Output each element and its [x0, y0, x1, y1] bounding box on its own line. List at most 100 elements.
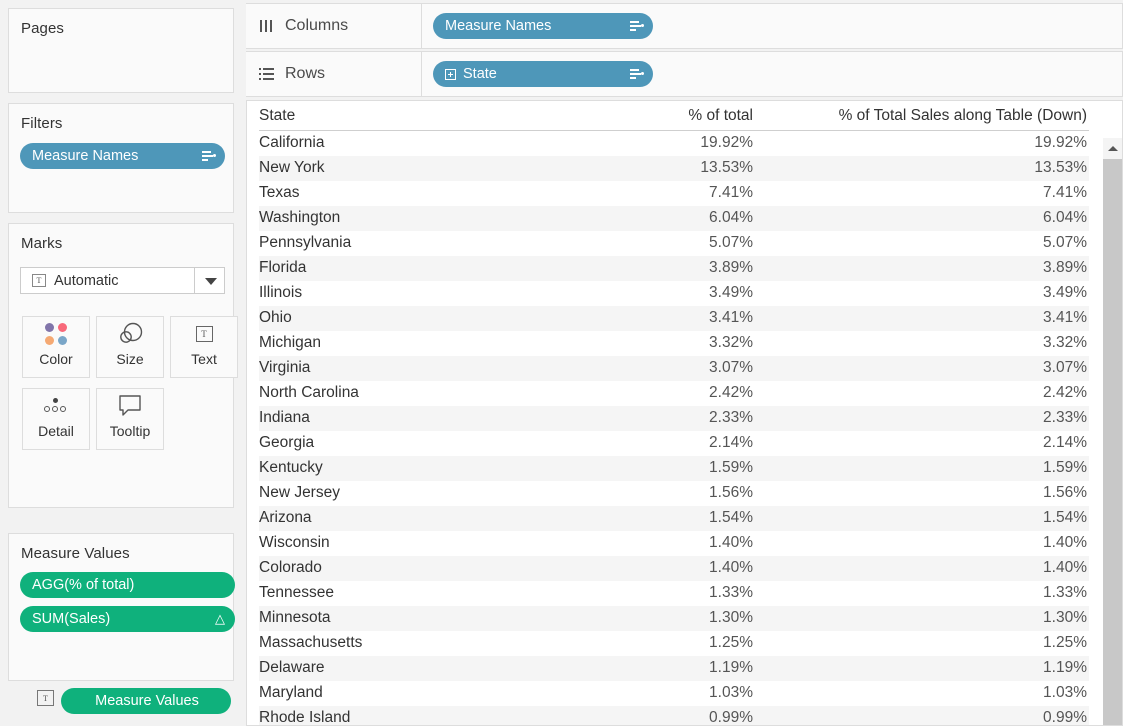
left-shelf-panel: Pages Filters Measure Names Marks T Auto… [0, 0, 242, 726]
table-header-row: State % of total % of Total Sales along … [259, 101, 1089, 131]
filters-card: Filters Measure Names [8, 103, 234, 213]
table-row[interactable]: Texas 7.41% 7.41% [259, 181, 1089, 206]
table-row[interactable]: Virginia 3.07% 3.07% [259, 355, 1089, 381]
cell-state: North Carolina [259, 384, 359, 401]
marks-detail-label: Detail [38, 423, 74, 439]
cell-pct-of-total-sales-table-down: 3.32% [1043, 334, 1087, 351]
chevron-up-icon [1107, 146, 1118, 151]
cell-pct-of-total: 2.14% [709, 434, 753, 451]
cell-state: Washington [259, 205, 559, 231]
rows-label: Rows [285, 65, 326, 82]
table-row[interactable]: Delaware 1.19% 1.19% [259, 655, 1089, 681]
size-circles-icon [97, 317, 163, 351]
pages-title: Pages [21, 20, 65, 37]
cell-state: Tennessee [259, 584, 334, 601]
cell-pct-of-total: 1.30% [559, 605, 757, 631]
marks-color-label: Color [39, 351, 73, 367]
table-row[interactable]: New York 13.53% 13.53% [259, 155, 1089, 181]
table-row[interactable]: Arizona 1.54% 1.54% [259, 505, 1089, 531]
cell-state: Colorado [259, 555, 559, 581]
cell-pct-of-total: 1.25% [709, 634, 753, 651]
marks-tooltip-button[interactable]: Tooltip [96, 388, 164, 450]
columns-pill-measure-names[interactable]: Measure Names [433, 13, 653, 39]
column-header-pct-of-total[interactable]: % of total [559, 101, 757, 131]
rows-shelf[interactable]: Rows State [246, 51, 1123, 97]
cell-pct-of-total-sales-table-down: 1.19% [757, 655, 1089, 681]
table-row[interactable]: Maryland 1.03% 1.03% [259, 681, 1089, 706]
cell-pct-of-total: 13.53% [559, 155, 757, 181]
table-row[interactable]: Ohio 3.41% 3.41% [259, 305, 1089, 331]
chevron-down-icon[interactable] [194, 268, 224, 293]
expand-plus-icon[interactable] [445, 68, 456, 80]
crosstab-table: State % of total % of Total Sales along … [259, 101, 1089, 725]
filter-sort-icon[interactable] [630, 68, 644, 80]
cell-state: Minnesota [259, 605, 559, 631]
table-row[interactable]: Massachusetts 1.25% 1.25% [259, 631, 1089, 656]
measure-values-pill-sum-sales[interactable]: SUM(Sales) △ [20, 606, 235, 632]
rows-pill-state[interactable]: State [433, 61, 653, 87]
cell-state: Delaware [259, 655, 559, 681]
cell-pct-of-total-sales-table-down: 3.41% [757, 305, 1089, 331]
columns-icon [259, 19, 275, 33]
cell-state: Pennsylvania [259, 234, 352, 251]
marks-text-label: Text [191, 351, 217, 367]
table-row[interactable]: Wisconsin 1.40% 1.40% [259, 531, 1089, 556]
filters-title: Filters [21, 115, 63, 132]
detail-dots-icon [23, 389, 89, 423]
marks-size-button[interactable]: Size [96, 316, 164, 378]
cell-pct-of-total-sales-table-down: 19.92% [1034, 134, 1087, 152]
marks-detail-button[interactable]: Detail [22, 388, 90, 450]
cell-pct-of-total: 1.59% [559, 455, 757, 481]
scrollbar-thumb[interactable] [1103, 159, 1122, 725]
table-row[interactable]: Indiana 2.33% 2.33% [259, 405, 1089, 431]
cell-state: Kentucky [259, 455, 559, 481]
cell-state: New Jersey [259, 484, 340, 501]
cell-state: California [259, 134, 325, 152]
filter-pill-measure-names[interactable]: Measure Names [20, 143, 225, 169]
cell-state: Wisconsin [259, 534, 330, 551]
scroll-up-button[interactable] [1103, 138, 1122, 159]
marks-text-pill-measure-values[interactable]: Measure Values [61, 688, 231, 714]
columns-shelf-label-area: Columns [246, 4, 422, 48]
cell-state: Texas [259, 184, 300, 201]
mark-type-dropdown[interactable]: T Automatic [20, 267, 225, 294]
column-header-pct-of-total-sales-table-down[interactable]: % of Total Sales along Table (Down) [757, 101, 1089, 131]
filter-sort-icon[interactable] [630, 20, 644, 32]
table-row[interactable]: Rhode Island 0.99% 0.99% [259, 705, 1089, 725]
cell-pct-of-total-sales-table-down: 3.89% [757, 255, 1089, 281]
table-row[interactable]: Michigan 3.32% 3.32% [259, 331, 1089, 356]
cell-pct-of-total: 6.04% [559, 205, 757, 231]
table-row[interactable]: Kentucky 1.59% 1.59% [259, 455, 1089, 481]
cell-pct-of-total: 1.40% [709, 534, 753, 551]
cell-pct-of-total: 0.99% [559, 705, 757, 725]
measure-values-pill-label: SUM(Sales) [32, 611, 111, 627]
cell-pct-of-total: 1.03% [709, 684, 753, 701]
vertical-scrollbar[interactable] [1103, 101, 1122, 725]
marks-text-button[interactable]: T Text [170, 316, 238, 378]
table-row[interactable]: North Carolina 2.42% 2.42% [259, 381, 1089, 406]
cell-pct-of-total: 1.54% [559, 505, 757, 531]
table-row[interactable]: Pennsylvania 5.07% 5.07% [259, 231, 1089, 256]
table-row[interactable]: Colorado 1.40% 1.40% [259, 555, 1089, 581]
table-row[interactable]: New Jersey 1.56% 1.56% [259, 481, 1089, 506]
columns-shelf[interactable]: Columns Measure Names [246, 3, 1123, 49]
column-header-state[interactable]: State [259, 101, 559, 131]
table-row[interactable]: Georgia 2.14% 2.14% [259, 431, 1089, 456]
table-row[interactable]: Florida 3.89% 3.89% [259, 255, 1089, 281]
cell-pct-of-total-sales-table-down: 1.54% [757, 505, 1089, 531]
table-row[interactable]: California 19.92% 19.92% [259, 131, 1089, 156]
measure-values-pill-agg-pct-of-total[interactable]: AGG(% of total) [20, 572, 235, 598]
marks-color-button[interactable]: Color [22, 316, 90, 378]
table-row[interactable]: Washington 6.04% 6.04% [259, 205, 1089, 231]
cell-pct-of-total-sales-table-down: 7.41% [1043, 184, 1087, 201]
color-dots-icon [23, 317, 89, 351]
marks-title: Marks [21, 235, 63, 252]
cell-state: Georgia [259, 434, 315, 451]
measure-values-card: Measure Values AGG(% of total) SUM(Sales… [8, 533, 235, 681]
cell-pct-of-total: 3.32% [709, 334, 753, 351]
table-row[interactable]: Minnesota 1.30% 1.30% [259, 605, 1089, 631]
cell-pct-of-total-sales-table-down: 1.59% [757, 455, 1089, 481]
filter-sort-icon[interactable] [202, 150, 216, 162]
table-row[interactable]: Tennessee 1.33% 1.33% [259, 581, 1089, 606]
table-row[interactable]: Illinois 3.49% 3.49% [259, 281, 1089, 306]
